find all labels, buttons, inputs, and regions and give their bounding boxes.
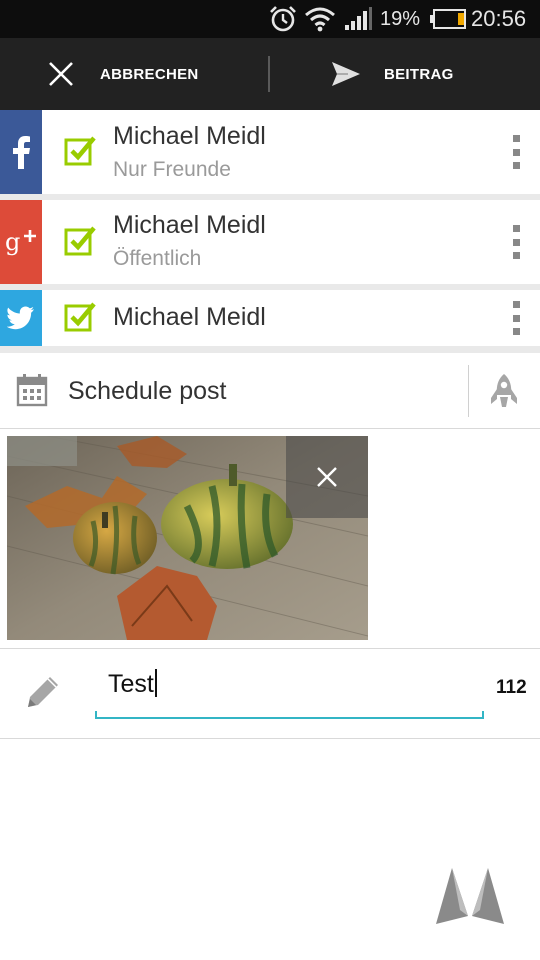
account-name: Michael Meidl [113,122,266,150]
cancel-label: ABBRECHEN [100,65,199,83]
message-text: Test [108,670,154,698]
row-separator [0,346,540,353]
account-audience[interactable]: Öffentlich [113,247,201,271]
google-plus-icon: g [5,228,36,256]
input-underline [95,711,484,719]
account-name: Michael Meidl [113,303,266,331]
text-cursor [154,669,157,697]
close-icon [317,467,337,487]
account-audience[interactable]: Nur Freunde [113,158,231,182]
twitter-strip [0,290,42,346]
overflow-menu-icon[interactable] [508,135,524,169]
remove-photo-button[interactable] [286,436,368,518]
calendar-icon [16,374,48,407]
watermark-logo [436,868,504,924]
battery-percent: 19% [380,7,421,30]
compose-row: Test 112 [0,649,540,739]
google-plus-strip: g [0,200,42,284]
close-icon [49,62,73,86]
account-row-google-plus[interactable]: g Michael Meidl Öffentlich [0,200,540,284]
overflow-menu-icon[interactable] [508,225,524,259]
twitter-icon [7,306,34,330]
account-row-twitter[interactable]: Michael Meidl [0,290,540,346]
char-counter: 112 [496,677,527,698]
signal-icon [344,0,372,38]
schedule-divider [468,365,469,417]
alarm-icon [268,0,298,38]
account-checkbox-twitter[interactable] [64,300,96,332]
overflow-menu-icon[interactable] [508,301,524,335]
pencil-icon [28,677,58,707]
action-bar: ABBRECHEN BEITRAG [0,38,540,110]
cancel-button[interactable]: ABBRECHEN [0,38,268,110]
facebook-icon [13,136,30,169]
facebook-strip [0,110,42,194]
schedule-row[interactable]: Schedule post [0,353,540,429]
post-label: BEITRAG [384,65,454,83]
send-icon [332,62,360,86]
status-bar: 19% 20:56 [0,0,540,38]
account-name: Michael Meidl [113,211,266,239]
wifi-icon [304,0,336,38]
account-checkbox-google-plus[interactable] [64,224,96,256]
rocket-icon[interactable] [486,373,522,409]
message-input[interactable]: Test [108,669,157,699]
clock: 20:56 [471,6,527,31]
post-button[interactable]: BEITRAG [270,38,540,110]
schedule-label[interactable]: Schedule post [68,353,226,429]
account-checkbox-facebook[interactable] [64,134,96,166]
svg-text:g: g [5,228,20,256]
battery-icon [430,0,466,38]
account-row-facebook[interactable]: Michael Meidl Nur Freunde [0,110,540,194]
